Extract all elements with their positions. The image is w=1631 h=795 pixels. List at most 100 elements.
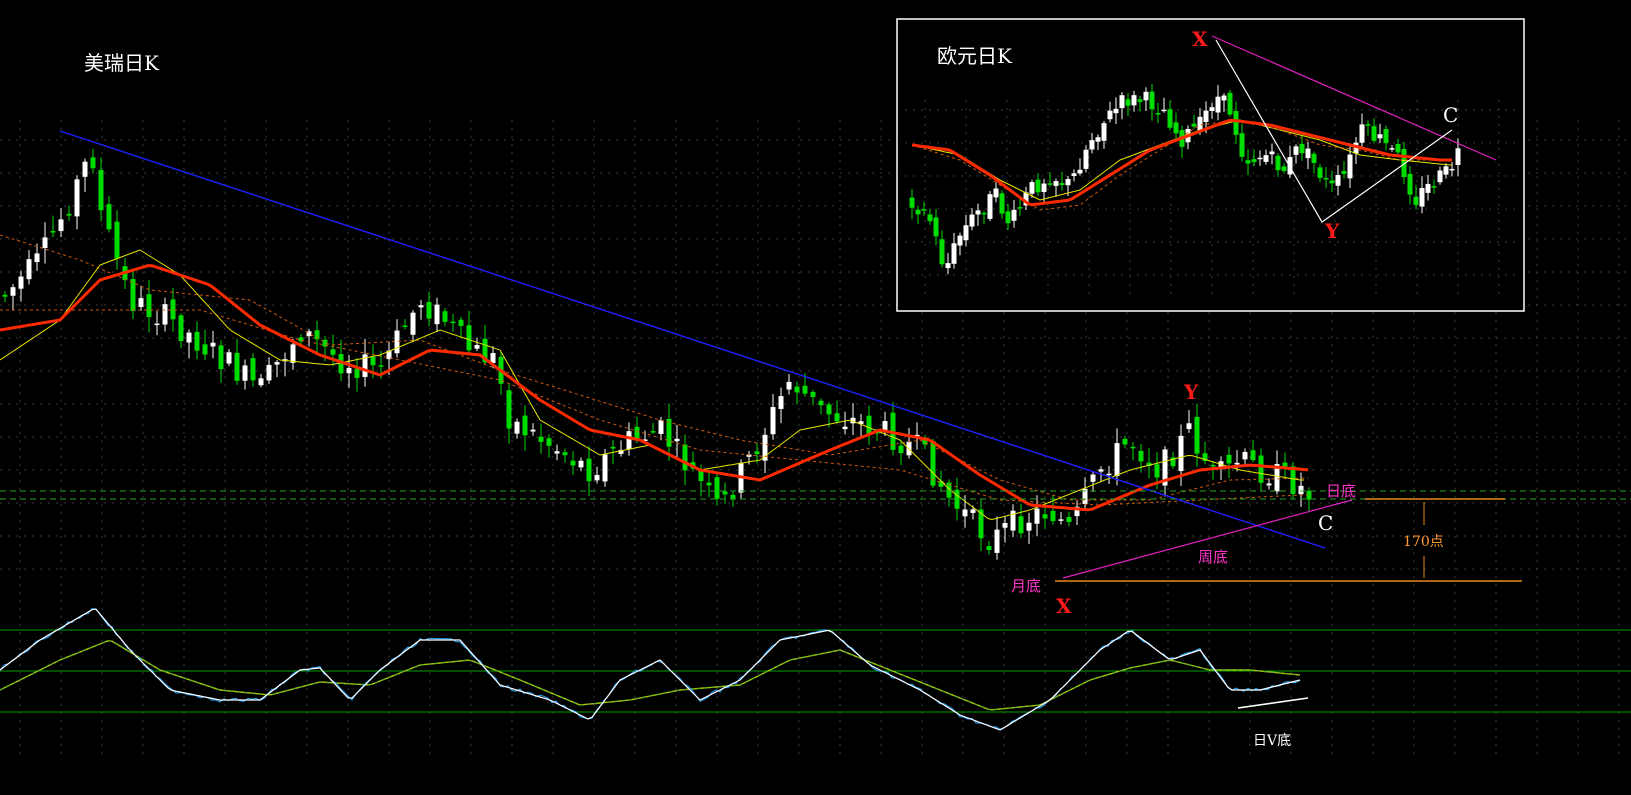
- candle-body: [474, 345, 480, 349]
- candle-body: [234, 352, 240, 381]
- candle-body: [987, 194, 993, 219]
- weekly-bottom-label: 周底: [1198, 548, 1228, 566]
- candle-body: [1173, 122, 1179, 134]
- candle-body: [826, 404, 832, 415]
- candle-body: [1138, 450, 1144, 462]
- candle-body: [546, 438, 552, 446]
- candle-body: [666, 418, 672, 447]
- candle-body: [1250, 450, 1256, 461]
- candle-body: [1125, 99, 1131, 106]
- candle-body: [146, 294, 152, 317]
- candle-body: [802, 385, 808, 394]
- candle-body: [1266, 483, 1272, 486]
- inset-label-x: X: [1192, 27, 1208, 51]
- candle-body: [1234, 462, 1240, 465]
- candle-body: [1186, 423, 1192, 430]
- candle-body: [450, 321, 456, 324]
- candle-body: [1018, 516, 1024, 534]
- candle-body: [1034, 508, 1040, 524]
- candle-body: [778, 396, 784, 409]
- candle-body: [1197, 116, 1203, 131]
- candle-body: [921, 209, 927, 211]
- candle-body: [706, 482, 712, 486]
- candle-body: [210, 342, 216, 347]
- candle-body: [951, 243, 957, 264]
- candle-body: [1419, 188, 1425, 207]
- candle-body: [1065, 179, 1071, 186]
- candle-body: [1131, 95, 1137, 106]
- candle-body: [82, 161, 88, 177]
- candle-body: [714, 477, 720, 499]
- candle-body: [114, 221, 120, 259]
- candle-body: [1106, 473, 1112, 476]
- candle-body: [1137, 99, 1143, 102]
- candle-body: [1431, 186, 1437, 188]
- candle-body: [1114, 443, 1120, 476]
- candle-body: [1298, 485, 1304, 495]
- candle-body: [490, 353, 496, 364]
- candle-body: [378, 365, 384, 367]
- candle-body: [90, 157, 96, 169]
- candle-body: [1071, 173, 1077, 177]
- candle-body: [554, 451, 560, 454]
- candle-body: [930, 441, 936, 486]
- candle-body: [530, 429, 536, 432]
- candle-body: [975, 210, 981, 215]
- candle-body: [674, 438, 680, 442]
- candle-body: [1347, 154, 1353, 179]
- candle-body: [586, 458, 592, 482]
- candle-body: [514, 421, 520, 434]
- candle-body: [1011, 209, 1017, 221]
- candle-body: [909, 197, 915, 208]
- candle-body: [1042, 514, 1048, 519]
- candle-body: [754, 451, 760, 455]
- candle-body: [330, 349, 336, 355]
- candle-body: [434, 304, 440, 325]
- candle-body: [993, 188, 999, 198]
- candle-body: [1209, 107, 1215, 112]
- inset-label-y: Y: [1324, 219, 1340, 243]
- candle-body: [1245, 160, 1251, 164]
- candle-body: [1178, 435, 1184, 472]
- candle-body: [1275, 155, 1281, 171]
- candle-body: [202, 344, 208, 355]
- candle-body: [1113, 108, 1119, 114]
- candle-body: [1005, 211, 1011, 224]
- candle-body: [1058, 519, 1064, 521]
- candle-body: [1383, 129, 1389, 144]
- candle-body: [458, 319, 464, 326]
- candle-body: [969, 214, 975, 227]
- candle-body: [242, 365, 248, 381]
- candle-body: [1227, 92, 1233, 115]
- candle-body: [1226, 454, 1232, 464]
- candle-body: [402, 325, 408, 328]
- candle-body: [810, 391, 816, 397]
- candle-body: [1098, 469, 1104, 472]
- candle-body: [522, 415, 528, 436]
- candle-body: [1203, 110, 1209, 123]
- candle-body: [933, 217, 939, 237]
- candle-body: [770, 407, 776, 435]
- candle-body: [1149, 91, 1155, 110]
- candle-body: [722, 491, 728, 495]
- candle-body: [1002, 522, 1008, 528]
- candle-body: [1083, 149, 1089, 169]
- candle-body: [42, 237, 48, 248]
- candle-body: [1269, 151, 1275, 155]
- candle-body: [1407, 173, 1413, 195]
- candle-body: [957, 235, 963, 246]
- candle-body: [1251, 159, 1257, 163]
- candle-body: [1242, 451, 1248, 460]
- candle-body: [1329, 180, 1335, 184]
- candle-body: [786, 381, 792, 390]
- candle-body: [218, 345, 224, 370]
- candle-body: [346, 367, 352, 374]
- candle-body: [866, 415, 872, 435]
- candle-body: [1119, 95, 1125, 109]
- candle-body: [290, 344, 296, 363]
- candle-body: [426, 301, 432, 319]
- candle-body: [1143, 91, 1149, 101]
- candle-body: [610, 446, 616, 449]
- candle-body: [578, 460, 584, 468]
- candle-body: [1365, 124, 1371, 126]
